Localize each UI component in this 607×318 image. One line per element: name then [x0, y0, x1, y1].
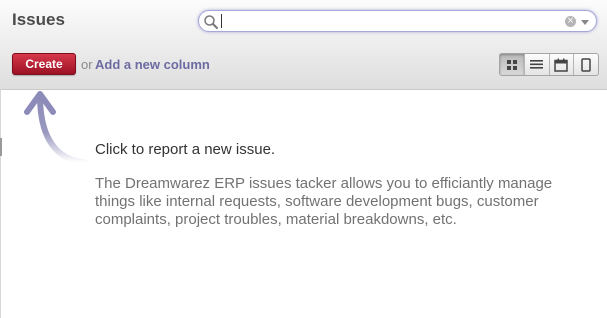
arrow-icon: [24, 91, 87, 165]
help-title: Click to report a new issue.: [95, 141, 276, 158]
search-options-dropdown-icon[interactable]: [581, 20, 589, 25]
calendar-view-button[interactable]: [548, 54, 574, 75]
page-title: Issues: [12, 10, 65, 29]
text-cursor: [221, 14, 222, 28]
list-view-button[interactable]: [523, 54, 549, 75]
view-switcher: [499, 53, 599, 76]
help-description: The Dreamwarez ERP issues tacker allows …: [95, 175, 553, 228]
form-view-icon: [581, 57, 591, 72]
sidebar-edge: [0, 138, 2, 156]
list-view-icon: [530, 60, 544, 69]
add-column-link[interactable]: Add a new column: [95, 57, 210, 72]
search-input[interactable]: [221, 13, 561, 29]
search-icon: [204, 15, 218, 29]
form-view-button[interactable]: [573, 54, 598, 75]
kanban-view-button[interactable]: [500, 54, 524, 75]
kanban-view-icon: [506, 59, 517, 70]
create-button[interactable]: Create: [12, 53, 76, 75]
calendar-view-icon: [554, 58, 569, 72]
or-label: or: [81, 57, 93, 72]
clear-search-icon[interactable]: ×: [565, 16, 576, 27]
left-border: [0, 89, 1, 318]
search-box[interactable]: ×: [198, 10, 597, 32]
